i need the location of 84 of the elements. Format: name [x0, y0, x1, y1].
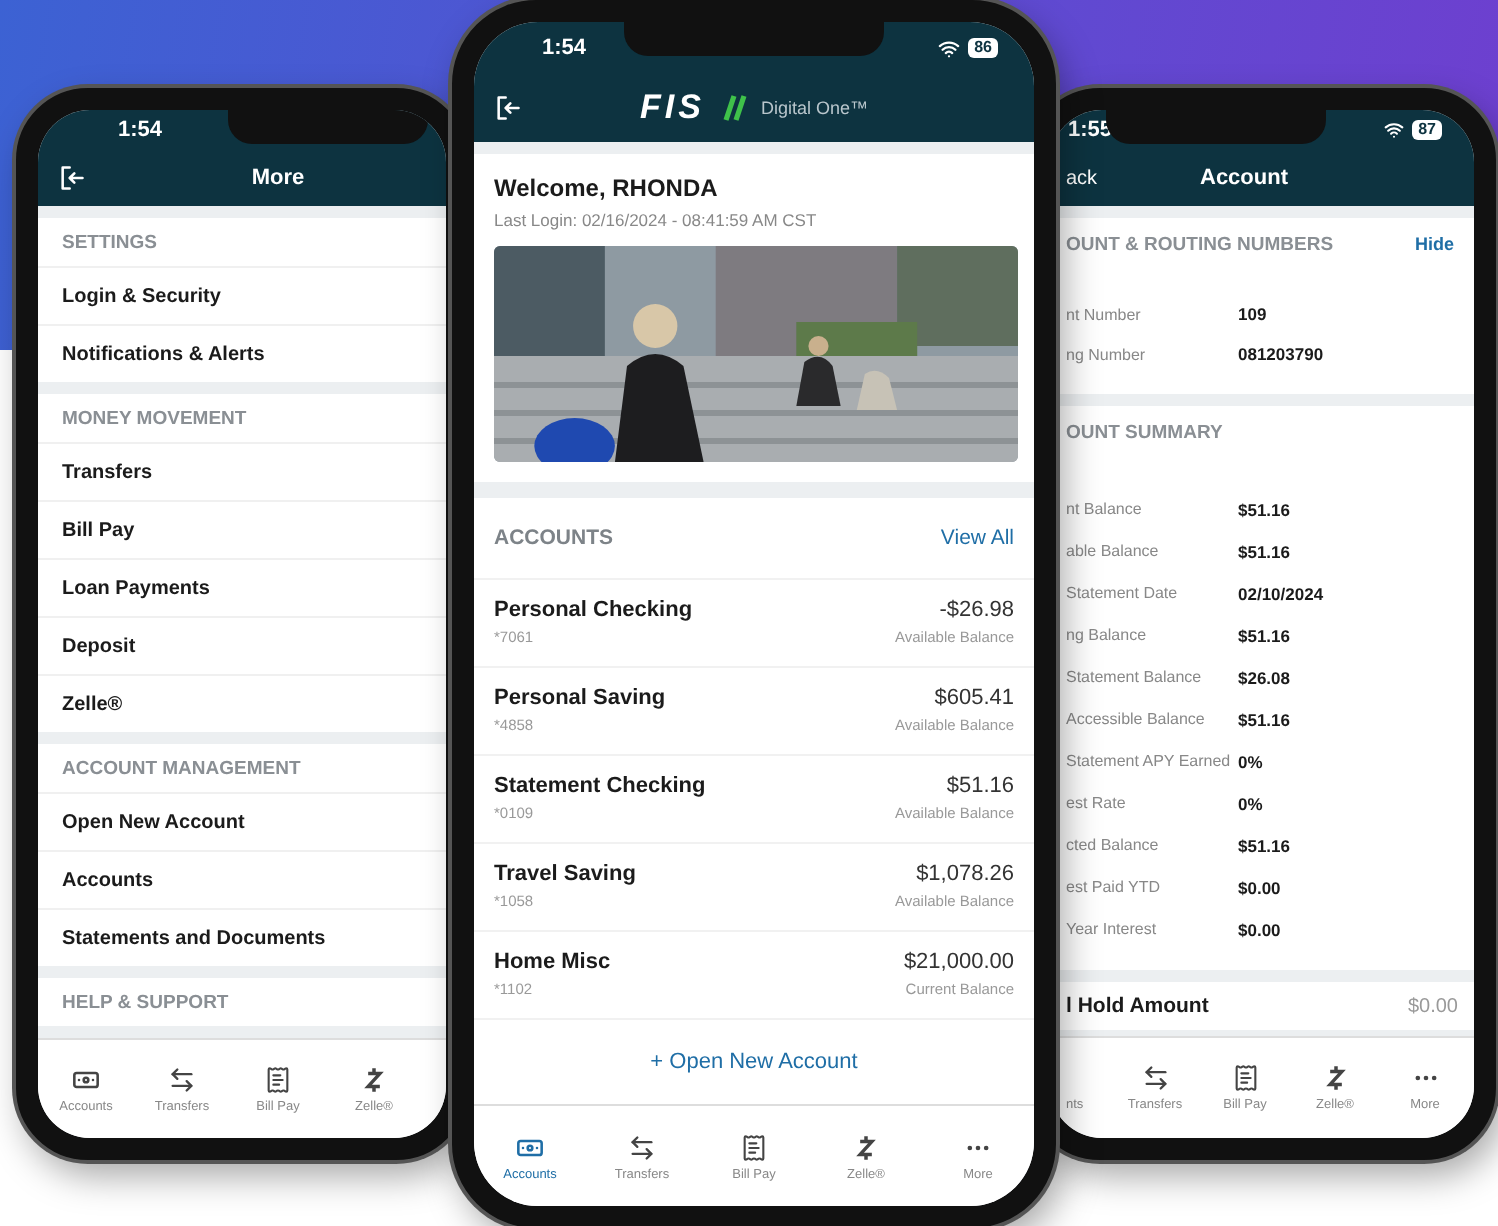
back-link[interactable]: ack	[1066, 167, 1098, 189]
open-account-link[interactable]: + Open New Account	[650, 1050, 858, 1074]
section-heading: ACCOUNTS	[494, 526, 613, 550]
info-label: Year Interest	[1066, 920, 1159, 938]
menu-item[interactable]: Deposit	[38, 616, 446, 674]
z-icon	[1321, 1064, 1349, 1092]
account-amount: -$26.98	[939, 598, 1014, 622]
screen-title: Account	[1200, 166, 1288, 190]
section-heading: MONEY MOVEMENT	[62, 407, 247, 429]
info-label: cted Balance	[1066, 836, 1161, 854]
info-value: $0.00	[1238, 877, 1281, 897]
info-value: 109	[1238, 304, 1267, 324]
menu-item[interactable]: Loan Payments	[38, 558, 446, 616]
hold-value: $0.00	[1407, 995, 1458, 1017]
logout-icon[interactable]	[494, 94, 522, 122]
account-name: Home Misc	[494, 950, 611, 974]
info-label: nt Number	[1066, 305, 1143, 323]
wifi-icon	[938, 37, 961, 59]
info-value: $51.16	[1238, 625, 1290, 645]
info-value: 0%	[1238, 793, 1263, 813]
product-name: Digital One™	[760, 98, 868, 118]
info-value: 02/10/2024	[1238, 583, 1324, 603]
info-value: 0%	[1238, 751, 1263, 771]
account-name: Statement Checking	[494, 774, 706, 798]
info-value: $51.16	[1238, 835, 1290, 855]
arrows-icon	[168, 1066, 196, 1094]
info-label: Statement APY Earned	[1066, 752, 1233, 770]
info-label: ng Number	[1066, 345, 1148, 363]
wifi-icon	[1384, 120, 1405, 140]
menu-item[interactable]: Accounts	[38, 850, 446, 908]
last-login: Last Login: 02/16/2024 - 08:41:59 AM CST	[494, 210, 819, 230]
account-amount: $51.16	[946, 774, 1014, 798]
section-heading: OUNT & ROUTING NUMBERS	[1066, 233, 1334, 255]
banknote-icon	[72, 1066, 100, 1094]
brand-logo: FIS	[640, 88, 705, 128]
menu-item[interactable]: Open New Account	[38, 792, 446, 850]
info-label: est Paid YTD	[1066, 878, 1162, 896]
info-value: $51.16	[1238, 499, 1290, 519]
info-label: est Rate	[1066, 794, 1128, 812]
section-heading: ACCOUNT MANAGEMENT	[62, 757, 301, 779]
menu-item[interactable]: Notifications & Alerts	[38, 324, 446, 382]
section-heading: OUNT SUMMARY	[1066, 421, 1223, 443]
account-amount: $1,078.26	[916, 862, 1014, 886]
receipt-icon	[264, 1066, 292, 1094]
section-heading: HELP & SUPPORT	[62, 991, 229, 1013]
banknote-icon	[516, 1134, 544, 1162]
info-label: ng Balance	[1066, 626, 1149, 644]
info-value: $51.16	[1238, 709, 1290, 729]
account-name: Personal Saving	[494, 686, 666, 710]
logout-icon[interactable]	[58, 164, 86, 192]
info-value: 081203790	[1238, 344, 1324, 364]
info-value: $26.08	[1238, 667, 1290, 687]
menu-item[interactable]: Login & Security	[38, 266, 446, 324]
section-heading: SETTINGS	[62, 231, 158, 253]
menu-item[interactable]: Transfers	[38, 442, 446, 500]
info-value: $51.16	[1238, 541, 1290, 561]
account-name: Personal Checking	[494, 598, 693, 622]
info-label: able Balance	[1066, 542, 1161, 560]
menu-item[interactable]: Bill Pay	[38, 500, 446, 558]
view-all-link[interactable]: View All	[940, 526, 1014, 550]
menu-item[interactable]: Statements and Documents	[38, 908, 446, 966]
z-icon	[360, 1066, 388, 1094]
battery-level: 87	[1412, 120, 1442, 140]
info-value: $0.00	[1238, 919, 1281, 939]
status-time: 1:54	[542, 36, 587, 60]
arrows-icon	[1141, 1064, 1169, 1092]
account-amount: $21,000.00	[903, 950, 1014, 974]
receipt-icon	[1231, 1064, 1259, 1092]
z-icon	[852, 1134, 880, 1162]
info-label: Accessible Balance	[1066, 710, 1207, 728]
arrows-icon	[628, 1134, 656, 1162]
info-label: Statement Balance	[1066, 668, 1204, 686]
welcome-title: Welcome, RHONDA	[494, 174, 720, 202]
receipt-icon	[740, 1134, 768, 1162]
battery-level: 86	[968, 38, 998, 58]
screen-title: More	[251, 166, 305, 190]
info-label: Statement Date	[1066, 584, 1180, 602]
info-label: nt Balance	[1066, 500, 1144, 518]
account-name: Travel Saving	[494, 862, 636, 886]
account-amount: $605.41	[934, 686, 1014, 710]
hide-link[interactable]: Hide	[1414, 234, 1454, 254]
menu-item[interactable]: Zelle®	[38, 674, 446, 732]
hold-label: l Hold Amount	[1066, 994, 1209, 1018]
status-time: 1:54	[118, 118, 163, 142]
